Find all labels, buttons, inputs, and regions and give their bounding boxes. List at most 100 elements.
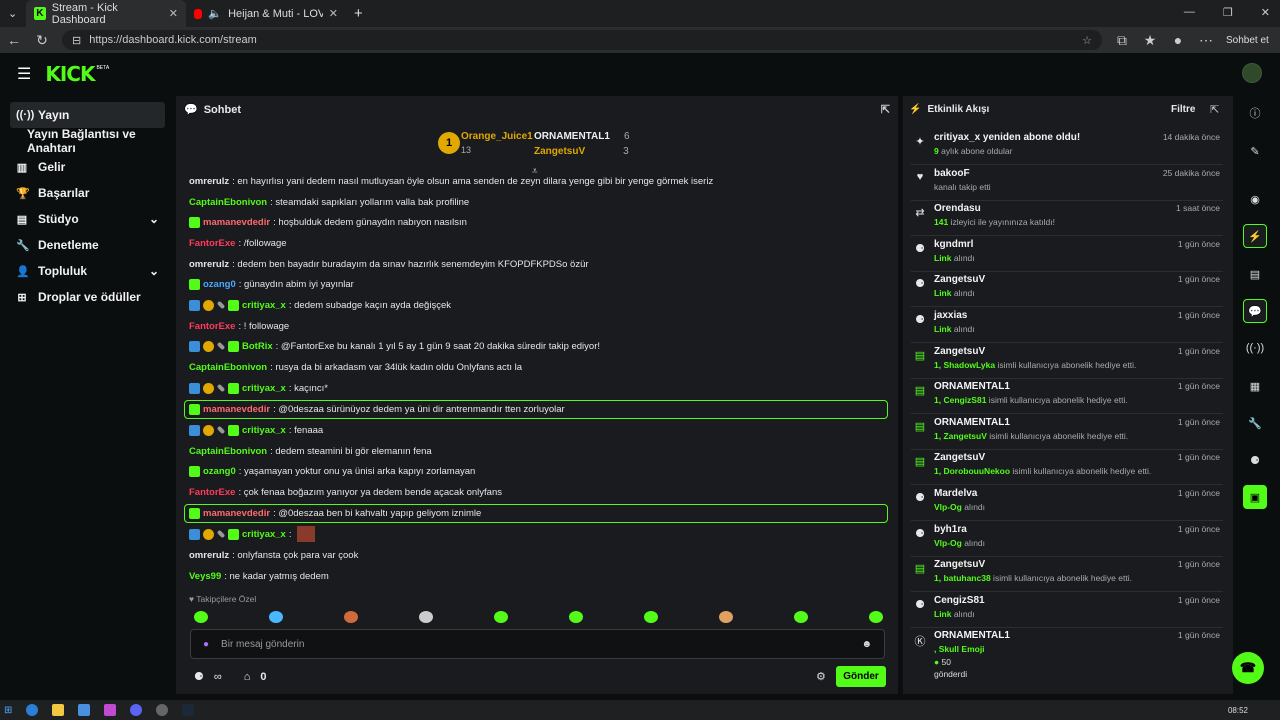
activity-username[interactable]: ORNAMENTAL1 bbox=[934, 381, 1010, 392]
chat-username[interactable]: FantorExe bbox=[189, 238, 235, 249]
chat-username[interactable]: CaptainEbonivon bbox=[189, 197, 267, 208]
chat-username[interactable]: critiyax_x bbox=[242, 529, 286, 540]
clapper-icon[interactable]: ▣ bbox=[1243, 485, 1267, 509]
emote-button[interactable] bbox=[344, 611, 358, 623]
sidebar-item-gelir[interactable]: ▥ Gelir bbox=[10, 154, 165, 180]
activity-item[interactable]: ♥ bakooF kanalı takip etti 25 dakika önce bbox=[911, 165, 1223, 201]
activity-item[interactable]: ⚈ ZangetsuV Link alındı 1 gün önce bbox=[911, 271, 1223, 308]
info-icon[interactable]: ⓘ bbox=[1243, 101, 1267, 125]
kick-logo[interactable]: KICK bbox=[45, 62, 95, 86]
activity-item[interactable]: Ⓚ ORNAMENTAL1 , Skull Emoji 1 gün önce ● 50 g… bbox=[911, 627, 1223, 687]
steam-icon[interactable] bbox=[182, 704, 195, 716]
activity-username[interactable]: ORNAMENTAL1 bbox=[934, 417, 1010, 428]
activity-item[interactable]: ⚈ Mardelva Vlp-Og alındı 1 gün önce bbox=[911, 485, 1223, 521]
profile-avatar[interactable]: ● bbox=[1170, 32, 1186, 48]
activity-username[interactable]: kgndmrl bbox=[934, 239, 973, 250]
chat-username[interactable]: CaptainEbonivon bbox=[189, 446, 267, 457]
sidebar-item-basarilar[interactable]: 🏆 Başarılar bbox=[10, 180, 165, 206]
emote-button[interactable] bbox=[269, 611, 283, 623]
emote-button[interactable] bbox=[644, 611, 658, 623]
activity-item[interactable]: ⇄ Orendasu 141 izleyici ile yayınınıza kat… bbox=[911, 200, 1223, 237]
sidebar-item-yayin[interactable]: ((·)) Yayın bbox=[10, 102, 165, 128]
sidebar-item-studyo[interactable]: ▤ Stüdyo ⌄ bbox=[10, 206, 165, 232]
activity-item[interactable]: ⚈ jaxxias Link alındı 1 gün önce bbox=[911, 307, 1223, 343]
windows-start-icon[interactable]: ⊞ bbox=[4, 705, 12, 716]
edit-icon[interactable]: ✎ bbox=[1243, 139, 1267, 163]
new-tab-button[interactable]: + bbox=[346, 0, 371, 27]
chat-username[interactable]: mamanevdedir bbox=[203, 404, 270, 415]
activity-item[interactable]: ✦ critiyax_x yeniden abone oldu! 9 aylık a… bbox=[911, 129, 1223, 165]
help-chat-icon[interactable]: ☎ bbox=[1232, 652, 1264, 684]
emote-button[interactable] bbox=[794, 611, 808, 623]
chat-username[interactable]: omrerulz bbox=[189, 259, 229, 270]
menu-icon[interactable]: ☰ bbox=[17, 64, 31, 84]
activity-item[interactable]: ▤ ORNAMENTAL1 1, ZangetsuV isimli kullanıc… bbox=[911, 414, 1223, 450]
activity-username[interactable]: CengizS81 bbox=[934, 595, 985, 606]
chat-username[interactable]: FantorExe bbox=[189, 487, 235, 498]
activity-username[interactable]: Orendasu bbox=[934, 203, 981, 214]
chat-username[interactable]: Veys99 bbox=[189, 571, 221, 582]
close-tab-icon[interactable]: ✕ bbox=[169, 7, 178, 20]
settings-gear-icon[interactable]: ⚙ bbox=[816, 670, 826, 683]
chat-username[interactable]: critiyax_x bbox=[242, 383, 286, 394]
activity-item[interactable]: ▤ ZangetsuV 1, DorobouuNekoo isimli kullan… bbox=[911, 449, 1223, 486]
chat-username[interactable]: CaptainEbonivon bbox=[189, 362, 267, 373]
chat-username[interactable]: critiyax_x bbox=[242, 300, 286, 311]
activity-username[interactable]: ORNAMENTAL1 bbox=[934, 630, 1010, 641]
sidebar-item-droplar[interactable]: ⊞ Droplar ve ödüller bbox=[10, 284, 165, 310]
wrench-icon[interactable]: 🔧 bbox=[1243, 411, 1267, 435]
close-window-icon[interactable]: ✕ bbox=[1261, 6, 1270, 19]
favorites-icon[interactable]: ★ bbox=[1142, 32, 1158, 49]
activity-item[interactable]: ▤ ORNAMENTAL1 1, CengizS81 isimli kullanıc… bbox=[911, 378, 1223, 415]
activity-item[interactable]: ⚈ kgndmrl Link alındı 1 gün önce bbox=[911, 236, 1223, 272]
layout-icon[interactable]: ▦ bbox=[1243, 374, 1267, 398]
app-icon[interactable] bbox=[104, 704, 117, 716]
sidebar-item-denetleme[interactable]: 🔧 Denetleme bbox=[10, 232, 165, 258]
chat-input[interactable]: ● Bir mesaj gönderin ☻ bbox=[190, 629, 885, 659]
chat-toggle-icon[interactable]: 💬 bbox=[1243, 299, 1267, 323]
sidebar-item-stream-key[interactable]: Yayın Bağlantısı ve Anahtarı bbox=[10, 127, 165, 155]
favorite-star-icon[interactable]: ☆ bbox=[1082, 34, 1092, 47]
chat-username[interactable]: ozang0 bbox=[203, 466, 236, 477]
browser-tab-kick[interactable]: K Stream - Kick Dashboard ✕ bbox=[26, 0, 186, 27]
second-gifter[interactable]: ORNAMENTAL1 6 bbox=[534, 131, 630, 142]
maximize-icon[interactable]: ❐ bbox=[1223, 6, 1233, 19]
activity-item[interactable]: ▤ ZangetsuV 1, batuhanc38 isimli kullanıcı… bbox=[911, 556, 1223, 593]
activity-username[interactable]: byh1ra bbox=[934, 524, 967, 535]
activity-bolt-icon[interactable]: ⚡ bbox=[1243, 224, 1267, 248]
top-gifter-name[interactable]: Orange_Juice1 bbox=[461, 131, 533, 142]
emoji-icon[interactable]: ☻ bbox=[861, 639, 872, 650]
more-menu-icon[interactable]: ⋯ bbox=[1198, 32, 1214, 49]
activity-username[interactable]: ZangetsuV bbox=[934, 559, 985, 570]
activity-username[interactable]: ZangetsuV bbox=[934, 346, 985, 357]
extensions-icon[interactable]: ⧉ bbox=[1114, 32, 1130, 49]
chat-username[interactable]: mamanevdedir bbox=[203, 217, 270, 228]
tab-list-button[interactable]: ⌄ bbox=[0, 0, 26, 27]
discord-icon[interactable] bbox=[130, 704, 143, 716]
url-field[interactable]: ⊟ https://dashboard.kick.com/stream ☆ bbox=[62, 30, 1102, 50]
activity-username[interactable]: ZangetsuV bbox=[934, 452, 985, 463]
emote-button[interactable] bbox=[569, 611, 583, 623]
activity-username[interactable]: bakooF bbox=[934, 168, 970, 179]
chat-username[interactable]: ozang0 bbox=[203, 279, 236, 290]
file-explorer-icon[interactable] bbox=[52, 704, 65, 716]
activity-item[interactable]: ⚈ CengizS81 Link alındı 1 gün önce bbox=[911, 592, 1223, 628]
chat-username[interactable]: omrerulz bbox=[189, 176, 229, 187]
activity-username[interactable]: ZangetsuV bbox=[934, 274, 985, 285]
camera-icon[interactable]: ◉ bbox=[1243, 187, 1267, 211]
third-gifter[interactable]: ZangetsuV 3 bbox=[534, 146, 629, 157]
activity-item[interactable]: ⚈ byh1ra Vlp-Og alındı 1 gün önce bbox=[911, 521, 1223, 557]
drops-icon[interactable]: ⚈ bbox=[1243, 448, 1267, 472]
emote-button[interactable] bbox=[419, 611, 433, 623]
popout-icon[interactable]: ⇱ bbox=[1210, 103, 1219, 116]
copilot-button[interactable]: Sohbet et bbox=[1226, 35, 1269, 46]
notes-icon[interactable]: ▤ bbox=[1243, 262, 1267, 286]
chat-username[interactable]: FantorExe bbox=[189, 321, 235, 332]
app-icon[interactable] bbox=[156, 704, 169, 716]
reload-icon[interactable]: ↻ bbox=[34, 32, 50, 49]
edge-icon[interactable] bbox=[26, 704, 39, 716]
chat-username[interactable]: omrerulz bbox=[189, 550, 229, 561]
popout-icon[interactable]: ⇱ bbox=[881, 103, 890, 116]
minimize-icon[interactable]: — bbox=[1184, 6, 1195, 19]
chat-username[interactable]: critiyax_x bbox=[242, 425, 286, 436]
